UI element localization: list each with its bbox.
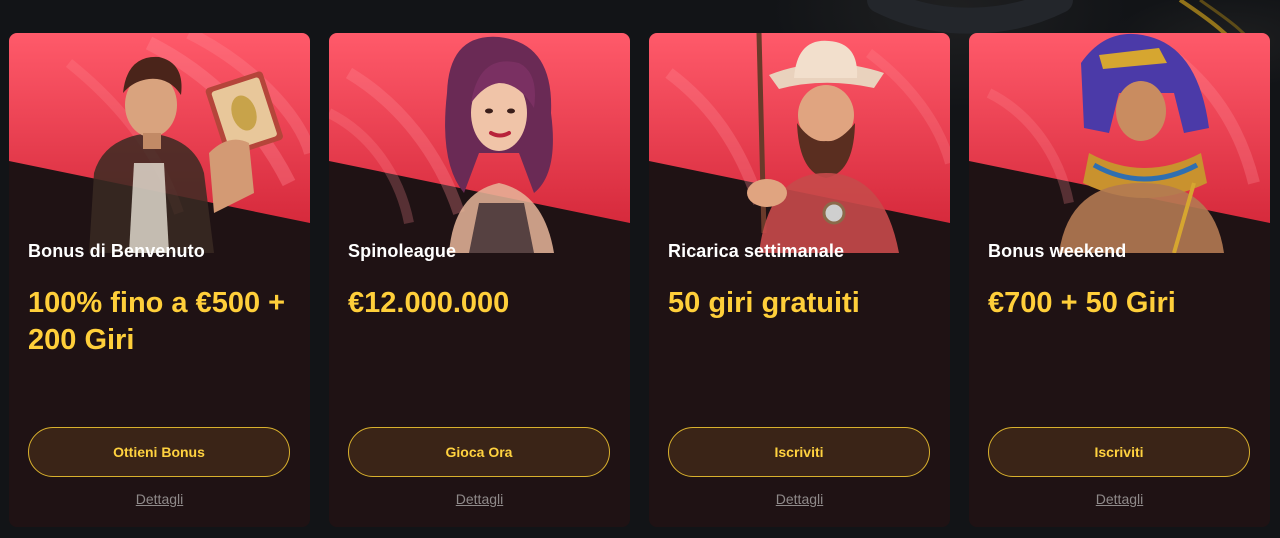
promo-card-weekend-bonus: Bonus weekend €700 + 50 Giri Iscriviti D… — [969, 33, 1270, 527]
promo-card-spinoleague: Spinoleague €12.000.000 Gioca Ora Dettag… — [329, 33, 630, 527]
card-offer: 100% fino a €500 + 200 Giri — [28, 287, 286, 356]
card-offer: 50 giri gratuiti — [668, 287, 860, 319]
promo-cards-row: Bonus di Benvenuto 100% fino a €500 + 20… — [9, 33, 1271, 528]
details-link[interactable]: Dettagli — [9, 491, 310, 507]
pharaoh-character-illustration — [1059, 33, 1224, 253]
adventurer-character-illustration — [89, 56, 283, 253]
details-link[interactable]: Dettagli — [329, 491, 630, 507]
details-link[interactable]: Dettagli — [649, 491, 950, 507]
sign-up-button[interactable]: Iscriviti — [668, 427, 930, 477]
details-link[interactable]: Dettagli — [969, 491, 1270, 507]
cowboy-character-illustration — [747, 33, 899, 253]
card-title: Bonus weekend — [988, 241, 1127, 261]
woman-character-illustration — [445, 36, 554, 253]
card-title: Ricarica settimanale — [668, 241, 845, 261]
sign-up-button[interactable]: Iscriviti — [988, 427, 1250, 477]
play-now-button[interactable]: Gioca Ora — [348, 427, 610, 477]
get-bonus-button[interactable]: Ottieni Bonus — [28, 427, 290, 477]
card-offer: €12.000.000 — [348, 287, 510, 319]
promo-card-welcome-bonus: Bonus di Benvenuto 100% fino a €500 + 20… — [9, 33, 310, 527]
card-title: Spinoleague — [348, 241, 457, 261]
card-title: Bonus di Benvenuto — [28, 241, 205, 261]
promo-card-weekly-reload: Ricarica settimanale 50 giri gratuiti Is… — [649, 33, 950, 527]
card-offer: €700 + 50 Giri — [988, 287, 1176, 319]
promotions-section: Bonus di Benvenuto 100% fino a €500 + 20… — [0, 0, 1280, 538]
